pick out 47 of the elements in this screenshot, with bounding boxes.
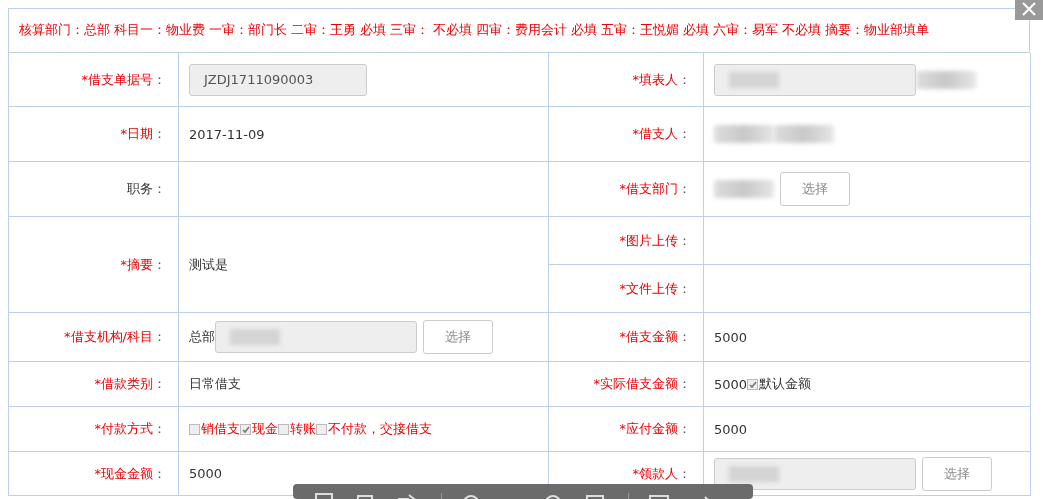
checkbox-label: 不付款，交接借支 [328, 420, 432, 438]
field-label: *借支机构/科目： [64, 328, 166, 346]
redacted-text [916, 70, 976, 89]
field-label: *图片上传： [619, 231, 691, 250]
field-label: *借支金额： [619, 328, 691, 346]
field-value: 总部 [189, 328, 215, 346]
checkbox-label: 默认金额 [759, 375, 812, 393]
select-button[interactable]: 选择 [922, 456, 992, 491]
notice-text: 核算部门：总部 科目一：物业费 一审：部门长 二审：王勇 必填 三审： 不必填 四审：费用会计 必填 五审：王悦媚 必填 六审：易军 不必填 摘要：物业部填单 [8, 8, 1030, 53]
field-value: 2017-11-09 [189, 126, 265, 142]
field-label: *付款方式： [94, 420, 166, 438]
redacted-text [714, 180, 774, 198]
field-label: *填表人： [632, 70, 691, 89]
redacted-text [774, 125, 834, 143]
input-field[interactable] [714, 457, 916, 490]
field-value: 测试是 [189, 255, 228, 274]
checkbox[interactable] [189, 423, 200, 435]
field-label: *借款类别： [94, 375, 166, 393]
input-field[interactable]: JZDJ1711090003 [189, 63, 367, 96]
field-label: *应付金额： [619, 420, 691, 438]
field-value: 5000 [189, 466, 223, 481]
field-label: *现金金额： [94, 464, 166, 483]
checkbox[interactable] [240, 423, 251, 435]
checkbox[interactable] [278, 423, 289, 435]
field-label: *日期： [120, 125, 166, 143]
select-button[interactable]: 选择 [423, 320, 493, 354]
checkbox-label: 销借支 [201, 420, 240, 438]
field-label: *文件上传： [619, 279, 691, 298]
field-value: 日常借支 [189, 375, 241, 393]
checkbox-label: 转账 [290, 420, 316, 438]
field-label: 职务： [127, 180, 166, 198]
input-field[interactable] [215, 321, 417, 353]
checkbox-label: 现金 [252, 420, 278, 438]
select-button[interactable]: 选择 [780, 172, 850, 206]
field-label: *借支人： [632, 125, 691, 143]
field-label: *实际借支金额： [593, 375, 691, 393]
field-label: *摘要： [120, 255, 166, 274]
field-label: *借支单据号： [81, 70, 166, 89]
checkbox[interactable] [747, 378, 759, 390]
field-value: 5000 [714, 421, 748, 437]
input-field[interactable] [714, 63, 916, 96]
field-label: *领款人： [632, 464, 691, 483]
checkbox[interactable] [316, 423, 327, 435]
field-value: 5000 [714, 329, 748, 345]
field-label: *借支部门： [619, 180, 691, 198]
field-value: 5000 [714, 376, 748, 392]
redacted-text [714, 125, 774, 143]
